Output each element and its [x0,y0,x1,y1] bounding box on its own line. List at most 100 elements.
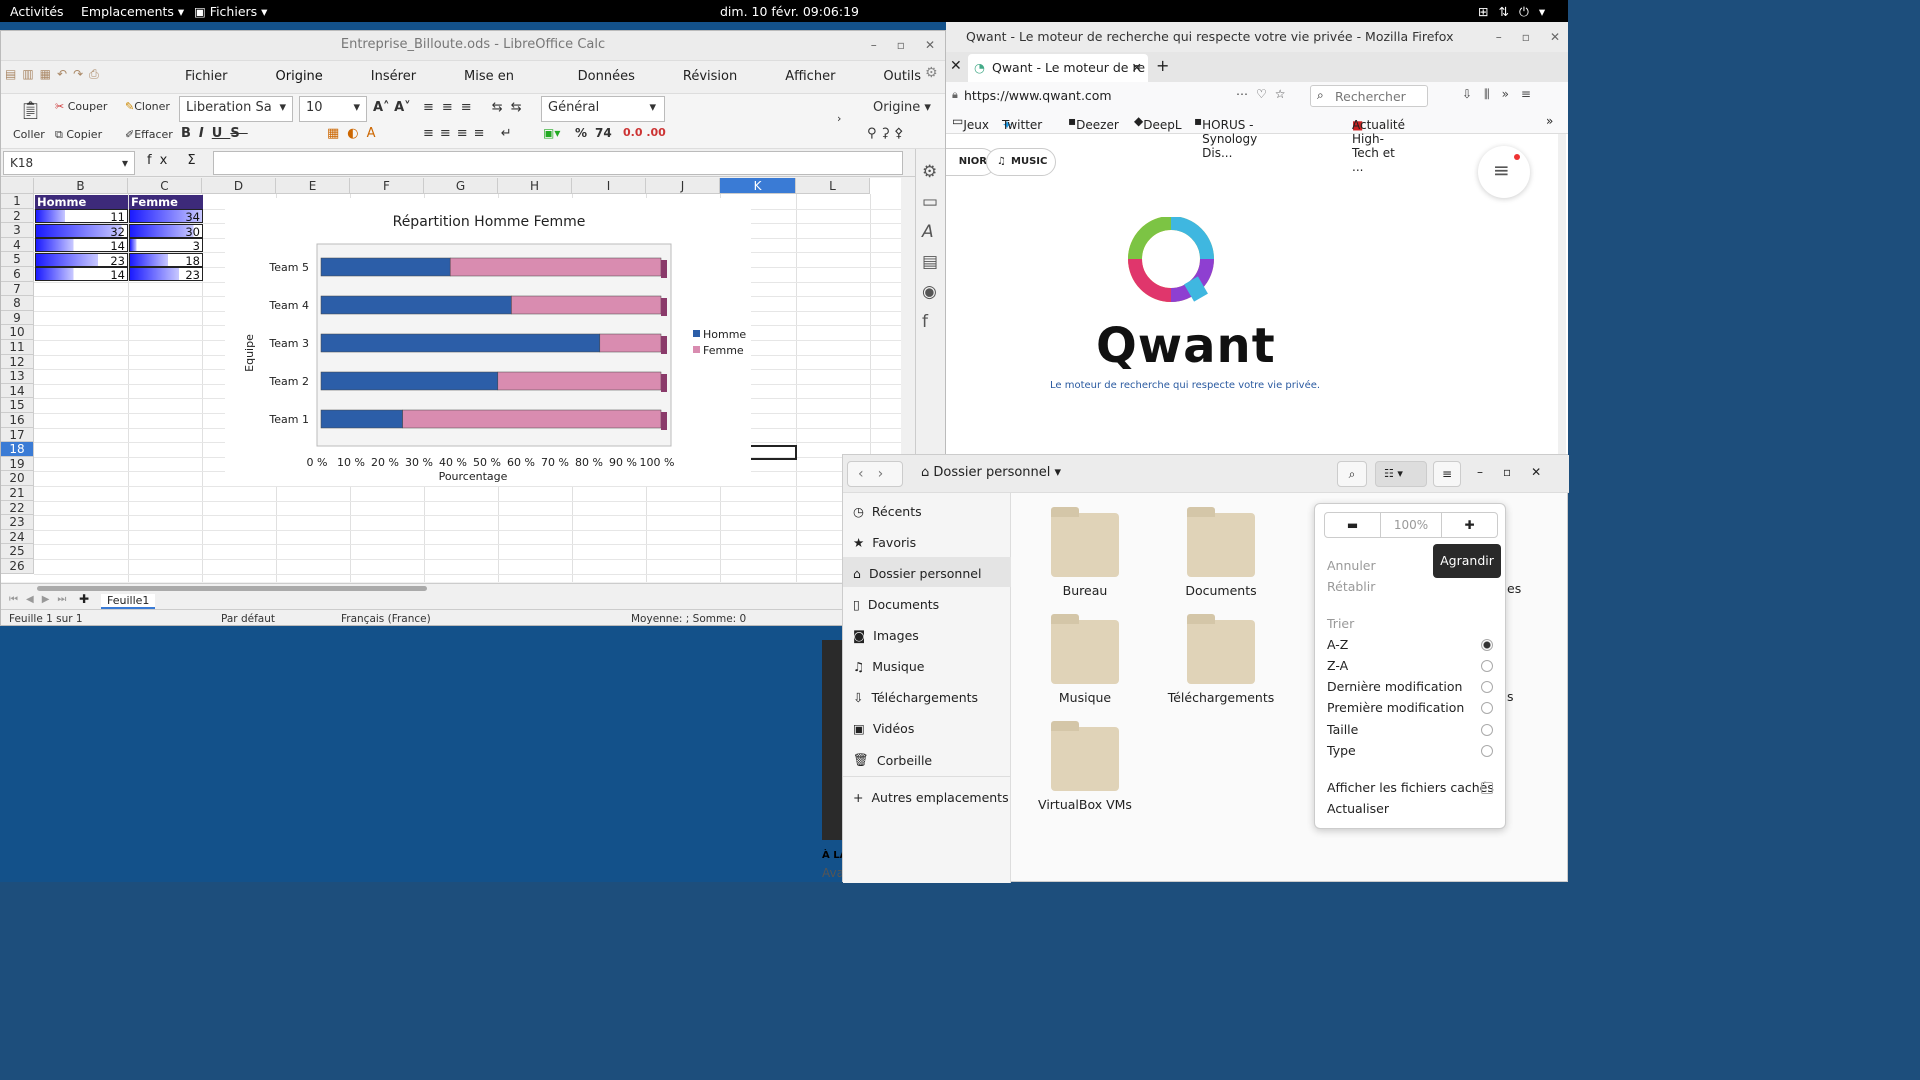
search-button[interactable]: ⌕ [1337,461,1367,487]
text-format-icons[interactable]: BIUS [181,126,248,141]
row-header-18[interactable]: 18 [1,442,34,457]
cell-homme-3[interactable]: 32 [35,223,128,239]
row-header-19[interactable]: 19 [1,456,34,472]
bar-femme-team-3[interactable] [599,333,662,353]
folder-musique[interactable]: Musique [1015,614,1155,705]
location-button[interactable]: ⌂ Dossier personnel ▾ [921,465,1061,480]
close-icon[interactable]: ✕ [950,58,962,74]
column-header-j[interactable]: J [646,178,720,194]
zoom-out-button[interactable]: ▬ [1325,513,1381,537]
column-header-i[interactable]: I [572,178,646,194]
bar-femme-team-1[interactable] [402,409,662,429]
folder-telechargements[interactable]: Téléchargements [1151,614,1291,705]
chart-area[interactable]: Répartition Homme Femme Equipe Pourcenta… [225,198,751,486]
column-header-f[interactable]: F [350,178,424,194]
close-button[interactable]: ✕ [925,31,935,59]
currency-icon[interactable]: ▣▾ [543,126,560,140]
menu-button[interactable]: ≡ [1433,461,1461,487]
row-header-17[interactable]: 17 [1,427,34,443]
sidebar-item-images[interactable]: ◙ Images [853,628,919,643]
sort-za[interactable]: Z-A [1327,658,1348,673]
places-menu[interactable]: Emplacements ▾ [81,4,184,19]
bookmarks-overflow-icon[interactable]: » [1546,114,1553,128]
row-header-6[interactable]: 6 [1,267,34,282]
row-header-5[interactable]: 5 [1,252,34,267]
percent-button[interactable]: % [575,126,587,140]
clock[interactable]: dim. 10 févr. 09:06:19 [720,4,859,19]
column-header-c[interactable]: C [128,178,202,194]
sidebar-item-documents[interactable]: ▯ Documents [853,597,939,612]
column-header-e[interactable]: E [276,178,350,194]
sidebar-item-home[interactable]: ⌂ Dossier personnel [853,566,981,581]
expand-icon[interactable]: › [837,112,841,125]
row-header-8[interactable]: 8 [1,296,34,311]
maximize-button[interactable]: ▫ [1522,22,1530,52]
sidebar-item-videos[interactable]: ▣ Vidéos [853,721,914,736]
paste-icon[interactable]: 📋︎ [19,100,42,121]
spreadsheet-grid[interactable]: BCDEFGHIJKL 1 2 3 4 5 6 7 8 9 10 11 12 13 14 15 16 17 18 1… [1,178,901,582]
name-box[interactable]: K18 ▾ [3,151,135,175]
activities-button[interactable]: Activités [10,4,64,19]
paste-button[interactable]: Coller [13,128,45,141]
url-field[interactable]: https://www.qwant.com [964,88,1112,103]
vertical-align-icons[interactable]: ≡≡≡ ⇆⇆ [423,100,530,115]
sidebar-item-starred[interactable]: ★ Favoris [853,535,916,550]
bookmark-deezer[interactable]: ▪ Deezer [1068,114,1119,132]
row-header-21[interactable]: 21 [1,486,34,501]
row-header-10[interactable]: 10 [1,325,34,340]
bookmark-horus[interactable]: ▪ HORUS - Synology Dis... [1194,114,1257,160]
add-sheet-icon[interactable]: ✚ [79,592,89,606]
radio-first-modified[interactable] [1481,702,1493,714]
sidebar-item-trash[interactable]: 🗑︎ Corbeille [853,752,932,768]
redo-item[interactable]: Rétablir [1327,579,1375,594]
pill-music[interactable]: ♫ MUSIC [986,148,1056,176]
folder-bureau[interactable]: Bureau [1015,507,1155,598]
cell-femme-6[interactable]: 23 [129,267,203,282]
bar-homme-team-5[interactable] [320,257,451,277]
column-header-b[interactable]: B [34,178,128,194]
back-forward-buttons[interactable]: ‹› [847,461,903,487]
row-header-13[interactable]: 13 [1,369,34,384]
style-dropdown[interactable]: Origine ▾ [873,100,931,115]
sidebar-item-music[interactable]: ♫ Musique [853,659,924,674]
cell-femme-3[interactable]: 30 [129,223,203,239]
cut-button[interactable]: ✂ Couper [55,100,107,113]
copy-button[interactable]: ⧉ Copier [55,128,102,142]
sort-az[interactable]: A-Z [1327,637,1348,652]
sort-size[interactable]: Taille [1327,722,1358,737]
sidebar-item-downloads[interactable]: ⇩ Téléchargements [853,690,978,705]
cell-homme-6[interactable]: 14 [35,267,128,282]
row-header-2[interactable]: 2 [1,208,34,224]
header-femme[interactable]: Femme [129,195,203,209]
sidebar-item-other-locations[interactable]: + Autres emplacements [853,790,1009,805]
minimize-button[interactable]: – [871,31,877,59]
cell-homme-5[interactable]: 23 [35,252,128,268]
font-grow-shrink-icon[interactable]: A˄ A˅ [373,100,411,115]
bar-homme-team-4[interactable] [320,295,512,315]
new-tab-icon[interactable]: + [1156,56,1169,75]
decimal-icons[interactable]: 0.0 .00 [623,126,666,139]
radio-az[interactable] [1481,639,1493,651]
bar-homme-team-1[interactable] [320,409,403,429]
cell-femme-4[interactable]: 3 [129,238,203,253]
radio-last-modified[interactable] [1481,681,1493,693]
horizontal-scrollbar[interactable] [37,586,427,591]
sheet-nav-icons[interactable]: ⏮◀▶⏭ [9,594,74,605]
hidden-files-checkbox[interactable] [1481,782,1493,794]
row-header-4[interactable]: 4 [1,237,34,253]
gear-icon[interactable]: ⚙ [925,65,938,81]
sidebar-item-recent[interactable]: ◷ Récents [853,504,922,519]
close-button[interactable]: ✕ [1550,22,1560,52]
cell-femme-5[interactable]: 18 [129,252,203,268]
row-header-1[interactable]: 1 [1,194,34,209]
formula-input[interactable] [213,151,903,175]
row-header-22[interactable]: 22 [1,500,34,516]
cell-homme-4[interactable]: 14 [35,238,128,253]
bar-femme-team-5[interactable] [449,257,662,277]
refresh-item[interactable]: Actualiser [1327,801,1389,816]
sidebar-icons[interactable]: ⚙ ▭ A ▤ ◉ f [922,157,938,337]
hamburger-menu-button[interactable]: ≡ [1478,146,1530,198]
bar-homme-team-2[interactable] [320,371,499,391]
row-header-11[interactable]: 11 [1,340,34,355]
color-icons[interactable]: ▦◐A [327,126,384,141]
